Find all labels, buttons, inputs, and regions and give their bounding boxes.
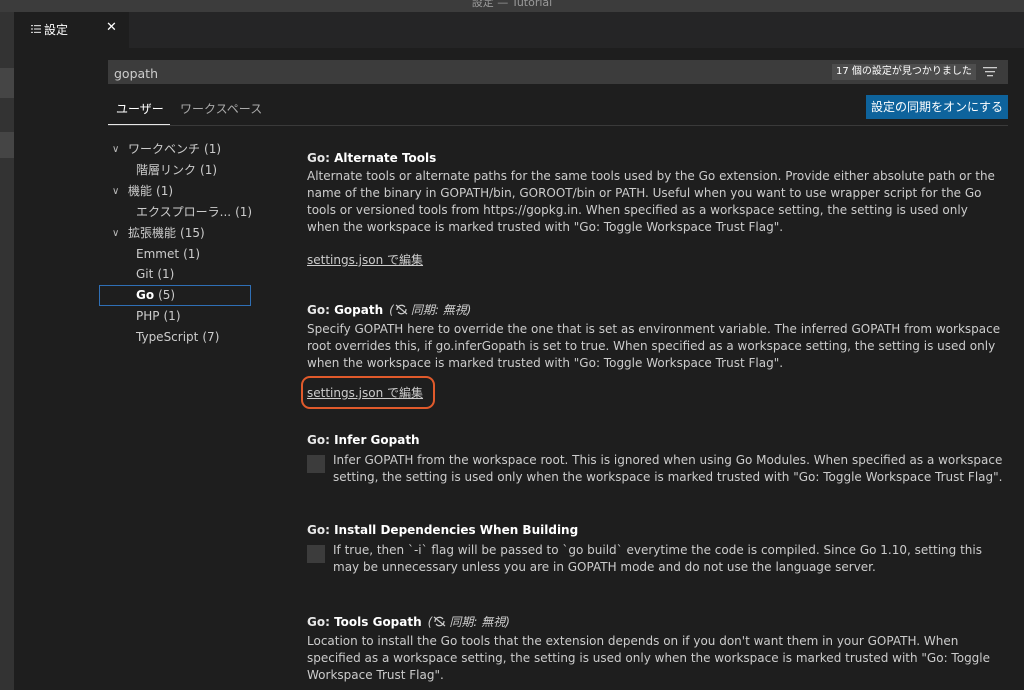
tab-label: 設定 <box>44 23 69 37</box>
setting-title: Go: Infer Gopath <box>307 433 420 447</box>
toc-count: (1) <box>183 247 201 261</box>
toc-count: (1) <box>200 163 218 177</box>
toc-label: Emmet <box>136 247 180 261</box>
toc-label: PHP <box>136 309 160 323</box>
close-icon[interactable]: ✕ <box>106 20 117 35</box>
toc-count: (1) <box>163 309 181 323</box>
toc-item-features[interactable]: ∨ 機能 (1) <box>108 181 250 202</box>
search-bar: 17 個の設定が見つかりました <box>108 60 1008 84</box>
setting-description: Specify GOPATH here to override the one … <box>307 322 1001 370</box>
toc-item-emmet[interactable]: Emmet (1) <box>108 244 250 265</box>
setting-infer-gopath: Go: Infer Gopath Infer GOPATH from the w… <box>307 433 1002 484</box>
toc-item-extensions[interactable]: ∨ 拡張機能 (15) <box>108 223 250 244</box>
setting-tools-gopath: Go: Tools Gopath(同期: 無視) Location to ins… <box>307 613 1002 684</box>
toc-item-typescript[interactable]: TypeScript (7) <box>108 327 250 348</box>
toc-label: 拡張機能 <box>128 226 177 240</box>
setting-description: Alternate tools or alternate paths for t… <box>307 169 995 234</box>
filter-icon[interactable] <box>982 65 998 79</box>
divider <box>108 125 1008 126</box>
tab-settings[interactable]: 設定 ✕ <box>14 12 129 48</box>
setting-description: Infer GOPATH from the workspace root. Th… <box>333 453 1003 484</box>
sync-ignored-icon <box>433 616 446 627</box>
toc-label: エクスプローラ... <box>136 205 232 219</box>
toc-label: 階層リンク <box>136 163 197 177</box>
toc-label: ワークベンチ <box>128 142 201 156</box>
toc-label: Go <box>136 288 155 302</box>
activity-item[interactable] <box>0 132 14 158</box>
install-dependencies-checkbox[interactable] <box>307 545 325 563</box>
activity-bar <box>0 12 14 690</box>
settings-list-icon <box>31 25 41 33</box>
toc-label: TypeScript <box>136 330 199 344</box>
tab-user-settings[interactable]: ユーザー <box>116 100 164 117</box>
toc-count: (1) <box>157 267 175 281</box>
toc-label: Git <box>136 267 154 281</box>
toc-item-explorer[interactable]: エクスプローラ... (1) <box>108 202 253 223</box>
chevron-down-icon: ∨ <box>112 144 120 155</box>
setting-title: Go: Install Dependencies When Building <box>307 523 579 537</box>
chevron-down-icon: ∨ <box>112 186 120 197</box>
tab-workspace-settings[interactable]: ワークスペース <box>180 100 262 117</box>
toc-count: (15) <box>180 226 205 240</box>
setting-gopath: Go: Gopath(同期: 無視) Specify GOPATH here t… <box>307 301 1002 400</box>
edit-in-settings-json-link[interactable]: settings.json で編集 <box>307 251 423 268</box>
sync-ignored-icon <box>395 304 408 315</box>
toc-item-php[interactable]: PHP (1) <box>108 306 250 327</box>
toc-count: (1) <box>156 184 174 198</box>
toc-label: 機能 <box>128 184 153 198</box>
setting-title: Go: Alternate Tools <box>307 151 437 165</box>
toc-item-workbench[interactable]: ∨ ワークベンチ (1) <box>108 139 250 160</box>
sync-ignored-indicator: (同期: 無視) <box>427 615 510 629</box>
toc-count: (5) <box>158 288 176 302</box>
window-title: 設定 — Tutorial <box>471 0 553 9</box>
toc-count: (7) <box>202 330 220 344</box>
setting-description: Location to install the Go tools that th… <box>307 634 991 682</box>
editor-tab-bar: 設定 ✕ <box>14 12 1024 48</box>
sync-ignored-indicator: (同期: 無視) <box>389 303 472 317</box>
setting-alternate-tools: Go: Alternate Tools Alternate tools or a… <box>307 151 1002 267</box>
turn-on-sync-button[interactable]: 設定の同期をオンにする <box>866 95 1008 119</box>
settings-search-input[interactable] <box>112 62 816 84</box>
setting-title: Go: Gopath(同期: 無視) <box>307 303 472 317</box>
infer-gopath-checkbox[interactable] <box>307 455 325 473</box>
toc-item-breadcrumbs[interactable]: 階層リンク (1) <box>108 160 250 181</box>
search-result-count: 17 個の設定が見つかりました <box>832 64 976 80</box>
annotation-highlight <box>301 376 435 409</box>
toc-count: (1) <box>235 205 253 219</box>
toc-item-go[interactable]: Go (5) <box>99 285 251 306</box>
toc-count: (1) <box>204 142 222 156</box>
setting-title: Go: Tools Gopath(同期: 無視) <box>307 615 510 629</box>
activity-item[interactable] <box>0 68 14 98</box>
toc-item-git[interactable]: Git (1) <box>108 264 250 285</box>
setting-install-dependencies: Go: Install Dependencies When Building I… <box>307 523 1002 574</box>
title-bar: 設定 — Tutorial <box>0 0 1024 12</box>
setting-description: If true, then `-i` flag will be passed t… <box>333 543 982 574</box>
chevron-down-icon: ∨ <box>112 228 120 239</box>
